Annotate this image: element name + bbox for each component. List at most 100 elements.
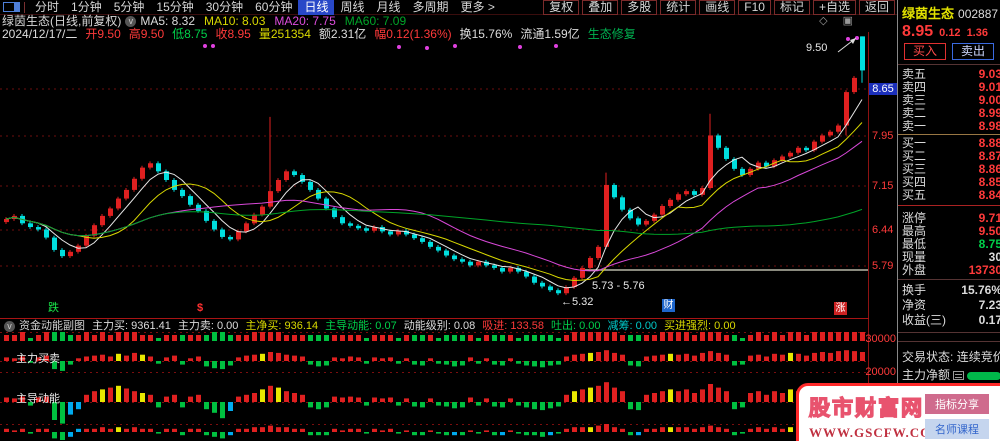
- tool-item-6[interactable]: 标记: [773, 0, 810, 15]
- price-change: 0.12: [939, 27, 961, 39]
- menu-item-6[interactable]: 日线: [298, 0, 335, 15]
- tool-item-7[interactable]: +自选: [812, 0, 856, 15]
- menu-divider: [24, 1, 25, 13]
- row-label: 卖四: [902, 80, 927, 94]
- price-axis-label: 6.44: [872, 224, 894, 236]
- menu-item-7[interactable]: 周线: [334, 0, 370, 15]
- price-change-pct: 1.36: [966, 27, 988, 39]
- info-row: 外盘 13730: [902, 264, 1000, 277]
- chart-corner-icons[interactable]: ◇ ▣: [819, 15, 859, 28]
- value-token-3: 主导动能: 0.07: [325, 320, 397, 332]
- sub-chart[interactable]: 主力买卖 主导动能: [0, 332, 869, 441]
- value-token-3: MA60: 7.09: [344, 14, 407, 28]
- row-value: 7.23: [978, 298, 1000, 312]
- subpanel-svg: 主力买卖主导动能: [0, 332, 868, 440]
- tool-item-1[interactable]: 叠加: [582, 0, 619, 15]
- tool-item-0[interactable]: 复权: [543, 0, 580, 15]
- chart-annotation: 5.73 - 5.76: [592, 280, 645, 292]
- chevron-down-icon[interactable]: v: [4, 320, 15, 332]
- main-netflow: 主力净额: [902, 366, 1000, 383]
- event-marker-跌: 跌: [48, 302, 59, 314]
- tool-item-8[interactable]: 返回: [858, 0, 895, 15]
- row-value: 0.17: [978, 313, 1000, 327]
- menu-item-2[interactable]: 5分钟: [108, 0, 151, 15]
- menu-item-8[interactable]: 月线: [371, 0, 407, 15]
- row-label: 外盘: [902, 263, 927, 277]
- row-value: 13730: [968, 263, 1000, 277]
- menu-item-3[interactable]: 15分钟: [150, 0, 199, 15]
- watermark-badges: 指标分享 名师课程: [925, 394, 989, 439]
- app-window: 分时 1分钟 5分钟 15分钟 30分钟 60分钟 日线 周线 月线 多周期 更多 > 复权 叠加 多股…: [0, 0, 1000, 441]
- panel-divider: [898, 341, 1000, 342]
- row-label: 买三: [902, 162, 927, 176]
- chart-title: 绿茵生态(日线,前复权): [2, 14, 122, 28]
- netflow-gauge: [967, 371, 1000, 380]
- stock-name-row: 绿茵生态 002887: [902, 3, 998, 23]
- menu-item-9[interactable]: 多周期: [407, 0, 455, 15]
- candlestick-svg: [0, 36, 868, 296]
- indicator-header[interactable]: v 资金动能副图 主力买: 9361.41 主力卖: 0.00 主净买: 936.14 主…: [0, 318, 869, 332]
- value-token-1: MA10: 8.03: [204, 14, 266, 28]
- value-token-0: MA5: 8.32: [140, 14, 196, 28]
- value-token-6: 吐出: 0.00: [551, 320, 601, 332]
- value-token-7: 减筹: 0.00: [607, 320, 658, 332]
- window-icon[interactable]: [3, 2, 20, 12]
- value-token-4: 动能级别: 0.08: [403, 320, 476, 332]
- row-label: 现量: [902, 250, 927, 264]
- event-marker-财: 财: [662, 299, 675, 312]
- stock-code: 002887: [958, 7, 999, 21]
- row-value: 8.98: [978, 119, 1000, 133]
- info-row: 净资 7.23: [902, 299, 1000, 312]
- row-label: 卖一: [902, 119, 927, 133]
- menu-item-4[interactable]: 30分钟: [200, 0, 249, 15]
- value-token-8: 买进强烈: 0.00: [664, 320, 736, 332]
- panel-divider: [898, 134, 1000, 135]
- stock-name: 绿茵生态: [902, 6, 955, 21]
- main-chart[interactable]: [0, 36, 869, 318]
- row-label: 换手: [902, 283, 927, 297]
- last-price: 8.95: [902, 23, 934, 40]
- event-marker-$: $: [197, 302, 204, 314]
- menu-item-1[interactable]: 1分钟: [65, 0, 108, 15]
- tool-item-4[interactable]: 画线: [699, 0, 736, 15]
- row-value: 8.84: [978, 188, 1000, 202]
- quote-panel: 绿茵生态 002887 8.95 0.12 1.36 买入 卖出 卖五 9.03 卖四 9.…: [897, 0, 1000, 441]
- info-row: 换手 15.76%: [902, 284, 1000, 297]
- menu-item-5[interactable]: 60分钟: [249, 0, 298, 15]
- chart-annotation: 9.50: [806, 42, 828, 54]
- row-label: 卖二: [902, 106, 927, 120]
- value-token-5: 吸进: 133.58: [482, 320, 544, 332]
- row-label: 买四: [902, 175, 927, 189]
- row-label: 卖五: [902, 67, 927, 81]
- tool-item-2[interactable]: 多股: [621, 0, 658, 15]
- panel-divider: [898, 279, 1000, 280]
- ma-values: MA5: 8.32 MA10: 8.03 MA20: 7.75 MA60: 7.09: [140, 14, 415, 28]
- row-label: 净资: [902, 298, 927, 312]
- row-label: 买二: [902, 149, 927, 163]
- row-label: 买五: [902, 188, 927, 202]
- badge-indicator-share[interactable]: 指标分享: [925, 394, 989, 414]
- panel-divider: [898, 205, 1000, 206]
- buy-button[interactable]: 买入: [904, 43, 946, 60]
- row-label: 最低: [902, 237, 927, 251]
- price-axis-label: 7.95: [872, 130, 894, 142]
- list-icon[interactable]: [953, 371, 965, 381]
- tool-item-3[interactable]: 统计: [660, 0, 697, 15]
- price-axis-label: 7.15: [872, 180, 894, 192]
- price-axis-label: 5.79: [872, 260, 894, 272]
- menu-item-10[interactable]: 更多 >: [455, 0, 501, 15]
- sell-button[interactable]: 卖出: [952, 43, 994, 60]
- badge-teacher-course[interactable]: 名师课程: [925, 419, 989, 439]
- value-token-2: MA20: 7.75: [274, 14, 336, 28]
- row-label: 收益(三): [902, 313, 946, 327]
- panel-divider: [898, 64, 1000, 65]
- row-label: 涨停: [902, 211, 927, 225]
- value-token-1: 主力卖: 0.00: [177, 320, 239, 332]
- svg-text:主导动能: 主导动能: [16, 391, 60, 405]
- chevron-down-icon[interactable]: v: [125, 16, 137, 28]
- watermark: 股市财富网 WWW.GSCFW.COM 指标分享 名师课程: [796, 383, 1000, 441]
- value-token-0: 主力买: 9361.41: [92, 320, 171, 332]
- menu-item-0[interactable]: 分时: [29, 0, 65, 15]
- tool-item-5[interactable]: F10: [738, 0, 771, 15]
- current-price-tag: 8.65: [869, 83, 897, 95]
